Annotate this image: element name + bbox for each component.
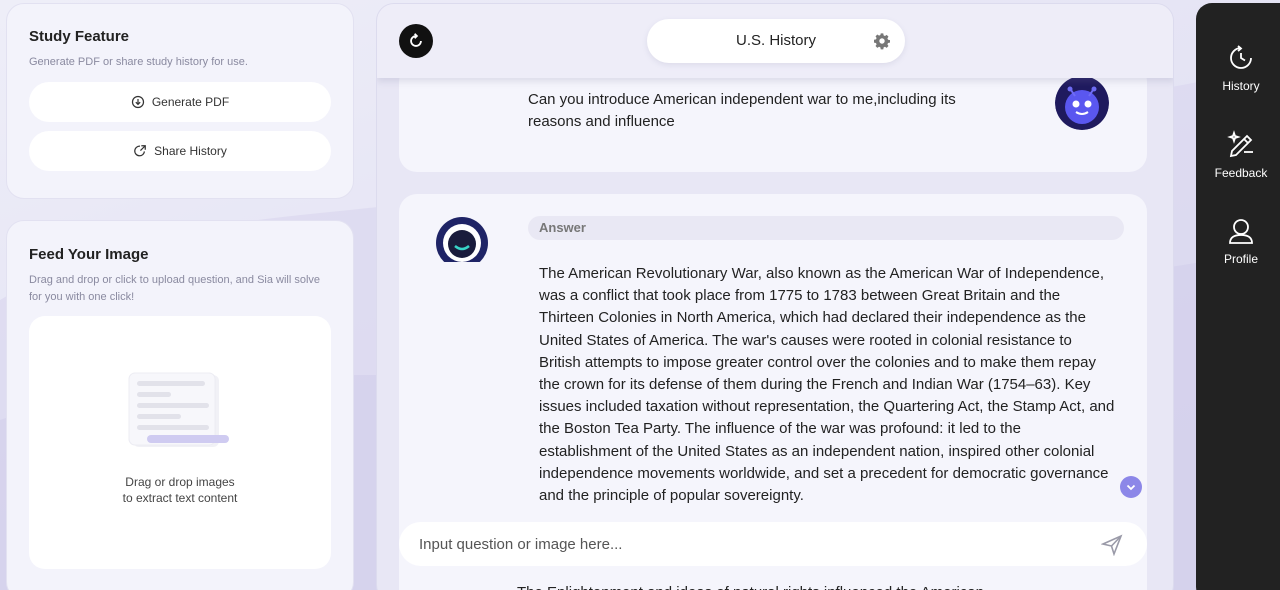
question-text: Can you introduce American independent w… (528, 91, 956, 130)
dropzone-line-2: to extract text content (122, 491, 238, 505)
answer-label: Answer (528, 216, 1124, 240)
study-feature-title: Study Feature (29, 28, 130, 45)
download-icon (131, 95, 144, 109)
gear-icon (873, 33, 891, 50)
answer-text: The American Revolutionary War, also kno… (539, 265, 1115, 505)
chevron-down-icon (1126, 484, 1136, 491)
user-avatar (1055, 76, 1109, 130)
feed-image-title: Feed Your Image (29, 246, 149, 263)
feed-image-subtitle: Drag and drop or click to upload questio… (29, 274, 321, 303)
assistant-avatar (435, 217, 489, 270)
profile-icon (1229, 219, 1253, 244)
send-icon (1100, 534, 1123, 557)
sidebar-history-label: History (1222, 79, 1260, 93)
settings-button[interactable] (873, 32, 891, 50)
right-sidebar: History Feedback Profile (1196, 3, 1280, 590)
study-feature-panel: Study Feature Generate PDF or share stud… (6, 3, 354, 199)
topic-title: U.S. History (735, 32, 816, 49)
sidebar-profile-label: Profile (1223, 252, 1258, 266)
document-upload-icon (128, 372, 229, 447)
question-input-bar (399, 522, 1147, 566)
sidebar-item-history[interactable]: History (1196, 43, 1280, 105)
question-input[interactable] (419, 522, 1079, 566)
share-history-button[interactable]: Share History (29, 131, 331, 171)
feed-image-panel: Feed Your Image Drag and drop or click t… (6, 220, 354, 590)
topic-selector[interactable]: U.S. History (647, 19, 905, 63)
sidebar-item-profile[interactable]: Profile (1196, 216, 1280, 278)
study-feature-subtitle: Generate PDF or share study history for … (29, 56, 248, 68)
question-bubble: Can you introduce American independent w… (399, 64, 1147, 172)
sidebar-item-feedback[interactable]: Feedback (1196, 130, 1280, 192)
generate-pdf-button[interactable]: Generate PDF (29, 82, 331, 122)
dropzone-text: Drag or drop images to extract text cont… (29, 474, 331, 506)
scroll-down-button[interactable] (1120, 476, 1142, 498)
feedback-icon (1227, 130, 1253, 158)
share-history-label: Share History (154, 144, 227, 158)
image-dropzone[interactable]: Drag or drop images to extract text cont… (29, 316, 331, 569)
sidebar-feedback-label: Feedback (1214, 166, 1268, 180)
dropzone-line-1: Drag or drop images (125, 475, 235, 489)
refresh-icon (410, 33, 422, 47)
generate-pdf-label: Generate PDF (151, 95, 230, 109)
chat-header: U.S. History (377, 4, 1173, 78)
next-answer-text: The Enlightenment and ideas of natural r… (517, 582, 1095, 590)
chat-panel: U.S. History Can you introduce American … (376, 3, 1174, 590)
history-icon (1230, 45, 1252, 69)
share-icon (134, 145, 147, 157)
send-button[interactable] (1100, 534, 1123, 557)
refresh-button[interactable] (399, 24, 433, 58)
